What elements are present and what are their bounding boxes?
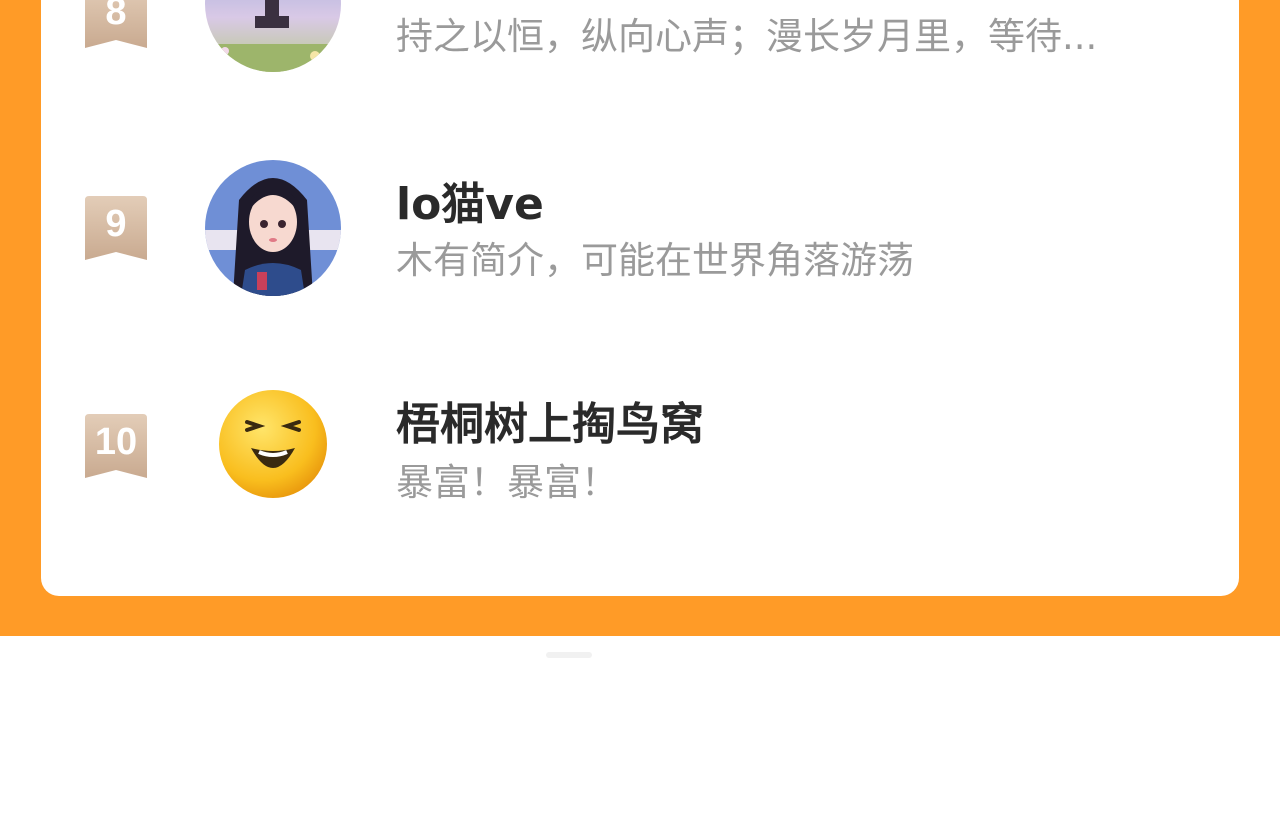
laughing-emoji-avatar-icon	[219, 390, 327, 498]
rank-number: 10	[94, 420, 138, 463]
ranking-card: 8 持之以恒，纵向心声；漫长岁月里，等待... 9 lo猫ve 木有简介，可能在…	[41, 0, 1239, 596]
user-avatar[interactable]	[205, 160, 341, 296]
ranking-row-9[interactable]: 9 lo猫ve 木有简介，可能在世界角落游荡	[41, 158, 1239, 298]
user-bio: 木有简介，可能在世界角落游荡	[396, 239, 914, 282]
rank-badge: 9	[85, 196, 147, 260]
user-name: 梧桐树上掏鸟窝	[396, 399, 704, 450]
anime-girl-portrait-avatar-icon	[205, 160, 341, 296]
anime-girl-sky-avatar-icon	[205, 0, 341, 72]
rank-badge: 10	[85, 414, 147, 478]
user-avatar[interactable]	[217, 388, 329, 500]
user-name: lo猫ve	[396, 179, 544, 230]
user-avatar[interactable]	[205, 0, 341, 72]
rank-number: 8	[105, 0, 127, 33]
rank-badge: 8	[85, 0, 147, 48]
user-bio: 持之以恒，纵向心声；漫长岁月里，等待...	[396, 15, 1098, 58]
ranking-row-8[interactable]: 8 持之以恒，纵向心声；漫长岁月里，等待...	[41, 0, 1239, 90]
ranking-row-10[interactable]: 10 梧桐树上掏鸟窝 暴富！暴富！	[41, 378, 1239, 518]
home-indicator	[546, 652, 592, 658]
user-bio: 暴富！暴富！	[396, 461, 618, 504]
rank-number: 9	[105, 202, 127, 245]
